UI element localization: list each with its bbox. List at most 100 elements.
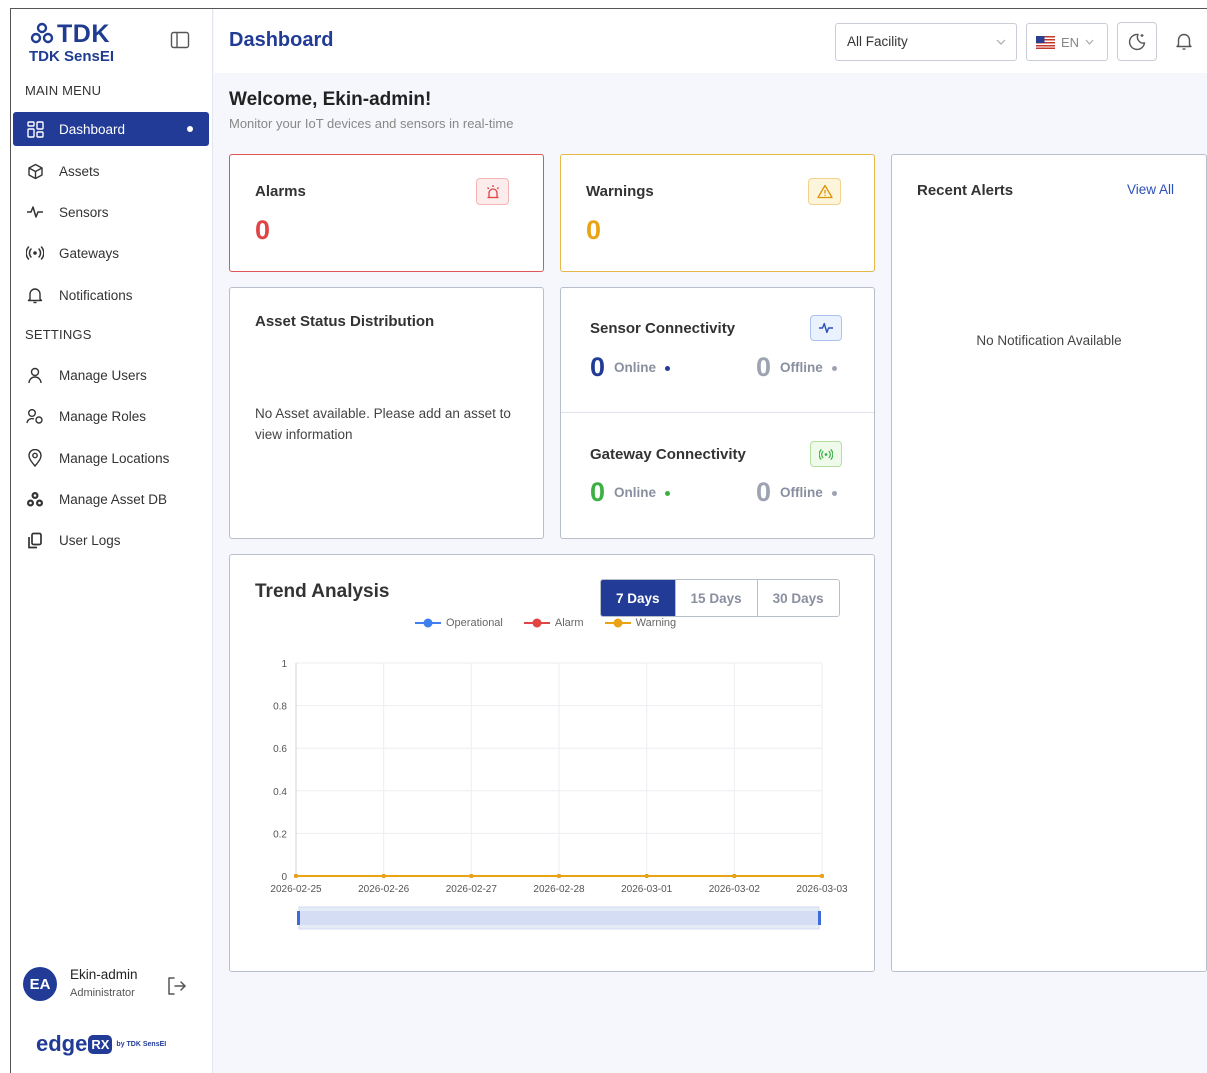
gateway-online-stat: 0 Online: [590, 477, 671, 508]
theme-toggle-button[interactable]: [1117, 22, 1157, 61]
zoom-slider-selection[interactable]: [299, 911, 819, 925]
zoom-slider-handle-left[interactable]: [297, 911, 300, 925]
top-header: Dashboard All Facility EN: [214, 9, 1207, 73]
sidebar-item-manage-locations[interactable]: Manage Locations: [13, 441, 209, 475]
pulse-icon: [810, 315, 842, 341]
asset-status-title: Asset Status Distribution: [255, 313, 435, 330]
warnings-count: 0: [586, 215, 602, 245]
data-point-warning: [469, 874, 474, 878]
gateway-connectivity-title: Gateway Connectivity: [590, 446, 746, 463]
language-select[interactable]: EN: [1026, 23, 1108, 61]
boxes-icon: [26, 490, 44, 508]
bell-icon: [26, 286, 44, 304]
dashboard-grid-icon: [26, 120, 44, 138]
view-all-link[interactable]: View All: [1127, 182, 1174, 197]
welcome-subtitle: Monitor your IoT devices and sensors in …: [229, 116, 514, 131]
sidebar-item-label: Dashboard: [59, 121, 126, 137]
sidebar-item-assets[interactable]: Assets: [13, 154, 209, 188]
sidebar-item-gateways[interactable]: Gateways: [13, 236, 209, 270]
y-tick-label: 1: [281, 659, 287, 670]
sidebar-item-label: Sensors: [59, 204, 109, 220]
sidebar-toggle-icon[interactable]: [170, 30, 190, 50]
sidebar-item-label: Manage Users: [59, 367, 147, 383]
chevron-down-icon: [1085, 39, 1094, 45]
status-dot: [831, 491, 837, 496]
user-icon: [26, 366, 44, 384]
user-profile: EA Ekin-admin Administrator: [23, 967, 203, 1007]
sidebar-item-label: Manage Locations: [59, 450, 170, 466]
zoom-slider-handle-right[interactable]: [818, 911, 821, 925]
y-tick-label: 0.2: [273, 829, 287, 840]
brand-rx-text: RX: [88, 1034, 113, 1054]
sidebar-item-sensors[interactable]: Sensors: [13, 195, 209, 229]
user-name: Ekin-admin: [70, 967, 138, 982]
y-tick-label: 0: [281, 872, 287, 883]
language-value: EN: [1061, 34, 1080, 50]
app-frame: TDK TDK SensEI MAIN MENU Dashboard Asset…: [10, 8, 1207, 1073]
y-tick-label: 0.4: [273, 787, 287, 798]
map-pin-icon: [26, 449, 44, 467]
broadcast-icon: [26, 244, 44, 262]
avatar[interactable]: EA: [23, 967, 57, 1001]
sidebar-item-label: Manage Roles: [59, 408, 147, 424]
offline-label: Offline: [780, 485, 823, 500]
x-tick-label: 2026-03-03: [796, 884, 848, 895]
recent-alerts-title: Recent Alerts: [917, 182, 1014, 199]
sensor-offline-count: 0: [756, 352, 772, 382]
page-title: Dashboard: [229, 29, 334, 51]
y-tick-label: 0.8: [273, 702, 287, 713]
alarms-card[interactable]: Alarms 0: [229, 154, 544, 272]
tdk-logo-icon: [30, 22, 54, 44]
active-indicator: [187, 126, 193, 132]
sidebar-item-manage-users[interactable]: Manage Users: [13, 358, 209, 392]
moon-icon: [1128, 33, 1146, 50]
facility-select-value: All Facility: [847, 34, 908, 49]
chevron-down-icon: [996, 39, 1006, 45]
brand-by-text: by TDK SensEI: [116, 1040, 167, 1048]
asset-status-card: Asset Status Distribution No Asset avail…: [229, 287, 544, 539]
sidebar-item-label: Gateways: [59, 245, 120, 261]
x-tick-label: 2026-02-28: [533, 884, 585, 895]
sensor-online-stat: 0 Online: [590, 352, 671, 383]
sidebar-item-manage-asset-db[interactable]: Manage Asset DB: [13, 482, 209, 516]
logo-text: TDK: [57, 19, 110, 48]
sidebar-item-dashboard[interactable]: Dashboard: [13, 112, 209, 146]
x-tick-label: 2026-03-02: [709, 884, 761, 895]
trend-analysis-card: Trend Analysis 7 Days 15 Days 30 Days Op…: [229, 554, 875, 972]
sensor-online-count: 0: [590, 352, 606, 382]
offline-label: Offline: [780, 360, 823, 375]
data-point-warning: [381, 874, 386, 878]
warnings-card[interactable]: Warnings 0: [560, 154, 875, 272]
welcome-title: Welcome, Ekin-admin!: [229, 89, 432, 110]
bell-icon[interactable]: [1174, 31, 1194, 51]
no-notification-message: No Notification Available: [976, 333, 1122, 348]
us-flag-icon: [1036, 35, 1055, 49]
warning-triangle-icon: [808, 178, 841, 205]
warnings-title: Warnings: [586, 183, 654, 200]
brand-logo[interactable]: TDK TDK SensEI: [29, 19, 139, 66]
copy-icon: [26, 531, 44, 549]
facility-select[interactable]: All Facility: [835, 23, 1017, 61]
box-icon: [26, 162, 44, 180]
sidebar-item-label: Notifications: [59, 287, 133, 303]
data-point-warning: [732, 874, 737, 878]
sidebar-item-user-logs[interactable]: User Logs: [13, 523, 209, 557]
recent-alerts-card: Recent Alerts View All No Notification A…: [891, 154, 1207, 972]
sidebar-item-notifications[interactable]: Notifications: [13, 278, 209, 312]
main-menu-label: MAIN MENU: [25, 83, 102, 98]
status-dot: [831, 366, 837, 371]
divider: [561, 412, 874, 413]
x-tick-label: 2026-02-26: [358, 884, 410, 895]
trend-line-chart: 0 0.2 0.4 0.6 0.8 1 2026-02-25 2026-02-26 2026-0…: [270, 659, 848, 930]
user-role: Administrator: [70, 987, 135, 999]
status-dot: [665, 366, 671, 371]
no-asset-message: No Asset available. Please add an asset …: [255, 406, 511, 442]
online-label: Online: [614, 360, 657, 375]
logout-icon[interactable]: [165, 974, 189, 998]
data-point-warning: [557, 874, 561, 878]
gateway-online-count: 0: [590, 477, 606, 507]
broadcast-icon: [810, 441, 842, 467]
data-point-warning: [644, 874, 649, 878]
users-key-icon: [26, 407, 44, 425]
sidebar-item-manage-roles[interactable]: Manage Roles: [13, 399, 209, 433]
